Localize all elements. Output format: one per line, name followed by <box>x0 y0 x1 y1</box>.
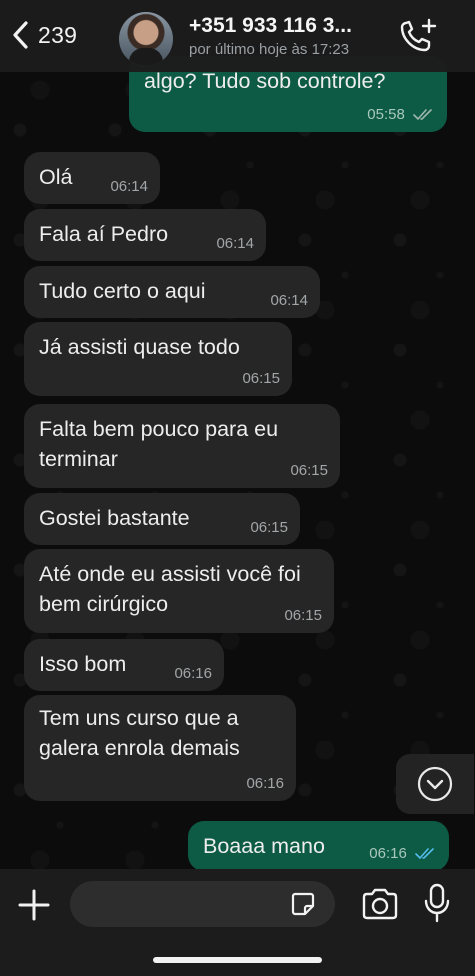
message-time: 06:14 <box>270 292 308 309</box>
contact-last-seen: por último hoje às 17:23 <box>189 41 350 58</box>
avatar[interactable] <box>119 12 173 66</box>
message-time: 06:15 <box>290 462 328 479</box>
message-outgoing[interactable]: Boaaa mano 06:16 <box>188 821 449 871</box>
back-chevron-icon <box>13 21 28 49</box>
message-time: 06:14 <box>110 178 148 195</box>
message-meta: 06:16 <box>369 845 437 863</box>
message-incoming[interactable]: Tem uns curso que a galera enrola demais… <box>24 695 296 801</box>
contact-name[interactable]: +351 933 116 3... <box>189 14 352 38</box>
message-incoming[interactable]: Já assisti quase todo 06:15 <box>24 322 292 396</box>
message-incoming[interactable]: Isso bom 06:16 <box>24 639 224 691</box>
back-button[interactable]: 239 <box>10 20 77 50</box>
message-incoming[interactable]: Tudo certo o aqui 06:14 <box>24 266 320 318</box>
message-incoming[interactable]: Gostei bastante 06:15 <box>24 493 300 545</box>
message-text: Isso bom <box>39 652 127 676</box>
message-time: 06:16 <box>246 775 284 792</box>
message-time: 06:15 <box>242 370 280 387</box>
message-text: Já assisti quase todo <box>39 335 240 359</box>
message-incoming[interactable]: Fala aí Pedro 06:14 <box>24 209 266 261</box>
unread-count: 239 <box>38 21 78 48</box>
message-time: 06:14 <box>216 235 254 252</box>
message-incoming[interactable]: Olá 06:14 <box>24 152 160 204</box>
read-ticks-icon <box>415 848 434 860</box>
microphone-icon[interactable] <box>424 883 450 923</box>
message-text: Falta bem pouco para eu terminar <box>39 417 279 471</box>
sticker-icon[interactable] <box>290 891 316 917</box>
home-indicator <box>153 957 322 963</box>
message-text: Gostei bastante <box>39 506 190 530</box>
message-text: Fala aí Pedro <box>39 222 169 246</box>
chat-header: 239 +351 933 116 3... por último hoje às… <box>0 0 475 72</box>
message-meta: 05:58 <box>367 106 435 124</box>
composer-bar <box>0 869 475 976</box>
message-time: 06:15 <box>284 607 322 624</box>
message-incoming[interactable]: Até onde eu assisti você foi bem cirúrgi… <box>24 549 334 633</box>
message-time: 06:16 <box>174 665 212 682</box>
message-text: Boaaa mano <box>203 834 325 858</box>
message-time: 05:58 <box>367 106 405 123</box>
read-ticks-icon <box>413 109 432 121</box>
scroll-down-icon <box>417 766 453 802</box>
message-time: 06:15 <box>250 519 288 536</box>
message-text: Olá <box>39 165 73 189</box>
camera-icon[interactable] <box>360 887 400 921</box>
plus-icon[interactable] <box>16 887 52 923</box>
add-call-icon[interactable] <box>398 17 438 55</box>
message-text: Tudo certo o aqui <box>39 279 206 303</box>
message-text: Tem uns curso que a galera enrola demais <box>39 706 240 760</box>
message-incoming[interactable]: Falta bem pouco para eu terminar 06:15 <box>24 404 340 488</box>
scroll-to-bottom-button[interactable] <box>396 754 474 814</box>
message-time: 06:16 <box>369 845 407 862</box>
